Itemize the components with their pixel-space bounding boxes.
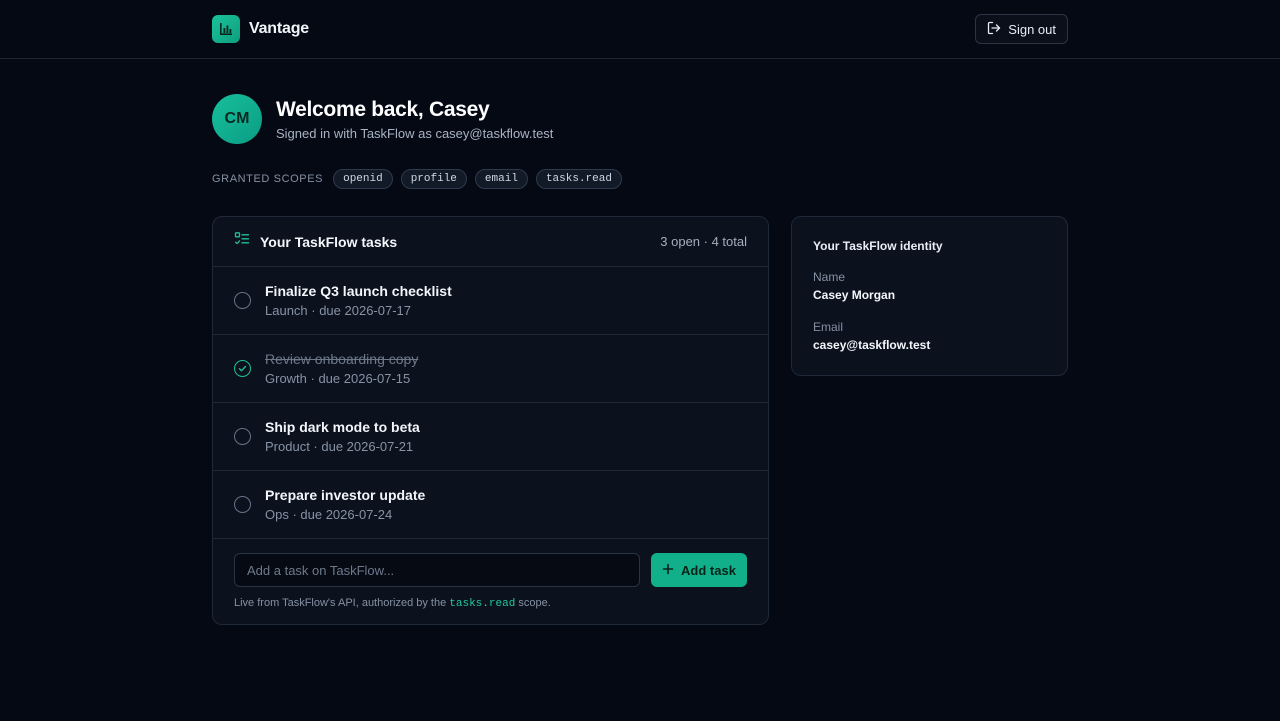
- welcome-section: CM Welcome back, Casey Signed in with Ta…: [212, 94, 1068, 144]
- check-icon: [238, 365, 247, 372]
- task-text: Review onboarding copy Growth · due 2026…: [265, 351, 418, 386]
- main-content: CM Welcome back, Casey Signed in with Ta…: [212, 94, 1068, 625]
- tasks-count: 3 open · 4 total: [660, 234, 747, 249]
- welcome-text: Welcome back, Casey Signed in with TaskF…: [276, 98, 553, 141]
- scope-chip-profile: profile: [400, 169, 467, 189]
- welcome-subtitle: Signed in with TaskFlow as casey@taskflo…: [276, 125, 554, 141]
- bar-chart-icon: [212, 15, 240, 43]
- task-text: Prepare investor update Ops · due 2026-0…: [265, 487, 425, 522]
- tasks-title: Your TaskFlow tasks: [260, 233, 398, 250]
- task-meta: Growth · due 2026-07-15: [265, 371, 411, 386]
- task-row: Finalize Q3 launch checklist Launch · du…: [213, 267, 768, 335]
- task-title: Prepare investor update: [265, 487, 426, 503]
- top-bar-inner: Vantage Sign out: [212, 14, 1068, 44]
- identity-title: Your TaskFlow identity: [813, 239, 943, 253]
- brand-name: Vantage: [249, 20, 309, 37]
- add-task-button[interactable]: Add task: [651, 553, 747, 587]
- footnote-suffix: scope.: [518, 597, 551, 609]
- task-text: Finalize Q3 launch checklist Launch · du…: [265, 283, 452, 318]
- api-footnote: Live from TaskFlow's API, authorized by …: [234, 597, 747, 610]
- tasks-title-wrap: Your TaskFlow tasks: [234, 231, 397, 252]
- task-row: Ship dark mode to beta Product · due 202…: [213, 403, 768, 471]
- name-value: Casey Morgan: [813, 288, 896, 302]
- scopes-label: GRANTED SCOPES: [212, 173, 324, 185]
- brand[interactable]: Vantage: [212, 15, 309, 43]
- add-task-input[interactable]: [234, 553, 640, 587]
- email-label: Email: [813, 320, 844, 334]
- task-meta: Launch · due 2026-07-17: [265, 303, 412, 318]
- identity-card: Your TaskFlow identity Name Casey Morgan…: [791, 216, 1068, 376]
- tasks-header: Your TaskFlow tasks 3 open · 4 total: [213, 217, 768, 267]
- sign-out-button[interactable]: Sign out: [975, 14, 1068, 44]
- task-checkbox[interactable]: [234, 496, 251, 513]
- task-row: Review onboarding copy Growth · due 2026…: [213, 335, 768, 403]
- page-title: Welcome back, Casey: [276, 97, 490, 121]
- task-title: Review onboarding copy: [265, 351, 419, 367]
- add-task-row: Add task: [234, 553, 747, 587]
- add-task-area: Add task Live from TaskFlow's API, autho…: [213, 539, 768, 624]
- sign-out-label: Sign out: [1008, 21, 1056, 37]
- granted-scopes: GRANTED SCOPES openid profile email task…: [212, 169, 1068, 189]
- task-row: Prepare investor update Ops · due 2026-0…: [213, 471, 768, 539]
- scope-chip-email: email: [474, 169, 528, 189]
- content-columns: Your TaskFlow tasks 3 open · 4 total Fin…: [212, 216, 1068, 625]
- plus-icon: [662, 563, 674, 578]
- avatar: CM: [212, 94, 262, 144]
- footnote-prefix: Live from TaskFlow's API, authorized by …: [234, 597, 447, 609]
- scope-chip-openid: openid: [333, 169, 393, 189]
- name-label: Name: [813, 270, 846, 284]
- task-title: Finalize Q3 launch checklist: [265, 283, 452, 299]
- task-checkbox[interactable]: [234, 428, 251, 445]
- tasks-card: Your TaskFlow tasks 3 open · 4 total Fin…: [212, 216, 769, 625]
- checklist-icon: [234, 231, 250, 252]
- sign-out-icon: [987, 21, 1001, 38]
- email-value: casey@taskflow.test: [813, 338, 931, 352]
- footnote-scope: tasks.read: [449, 598, 516, 610]
- task-text: Ship dark mode to beta Product · due 202…: [265, 419, 420, 454]
- task-checkbox[interactable]: [234, 292, 251, 309]
- task-meta: Product · due 2026-07-21: [265, 439, 414, 454]
- task-title: Ship dark mode to beta: [265, 419, 420, 435]
- add-task-label: Add task: [681, 562, 736, 578]
- scope-chip-tasks-read: tasks.read: [535, 169, 622, 189]
- top-bar: Vantage Sign out: [0, 0, 1280, 59]
- task-checkbox-checked[interactable]: [234, 360, 251, 377]
- task-meta: Ops · due 2026-07-24: [265, 507, 393, 522]
